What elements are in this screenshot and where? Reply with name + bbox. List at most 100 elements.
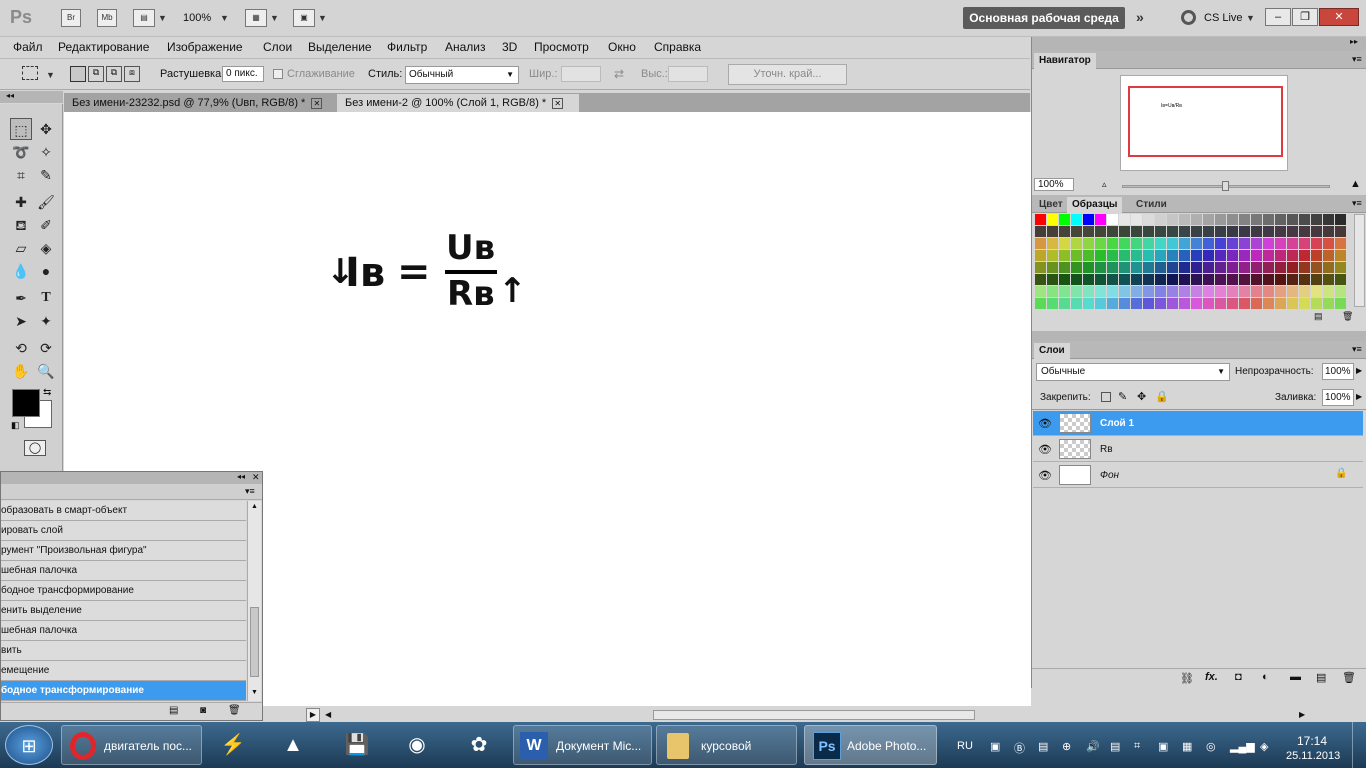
color-swatch[interactable] (1059, 274, 1070, 285)
color-swatch[interactable] (1167, 298, 1178, 309)
color-swatch[interactable] (1083, 214, 1094, 225)
color-swatch[interactable] (1059, 214, 1070, 225)
color-swatch[interactable] (1107, 262, 1118, 273)
new-selection-icon[interactable] (70, 66, 86, 82)
color-swatch[interactable] (1323, 262, 1334, 273)
color-swatch[interactable] (1335, 214, 1346, 225)
lock-brush-icon[interactable]: ✎ (1118, 390, 1127, 403)
color-swatch[interactable] (1107, 238, 1118, 249)
color-swatch[interactable] (1227, 250, 1238, 261)
color-swatch[interactable] (1059, 262, 1070, 273)
color-swatch[interactable] (1083, 298, 1094, 309)
scrollbar-thumb[interactable] (250, 607, 259, 677)
layer-row[interactable]: 👁 Rв (1033, 437, 1363, 462)
color-swatch[interactable] (1155, 250, 1166, 261)
color-swatch[interactable] (1083, 286, 1094, 297)
color-swatch[interactable] (1287, 298, 1298, 309)
taskbar-item-word[interactable]: W Документ Mic... (513, 725, 652, 765)
tray-icon[interactable]: ▣ (1158, 740, 1168, 753)
trash-icon[interactable]: 🗑 (1342, 671, 1356, 684)
blend-mode-select[interactable]: Обычные ▼ (1036, 363, 1230, 381)
color-swatch[interactable] (1299, 274, 1310, 285)
color-swatch[interactable] (1059, 238, 1070, 249)
crop-tool-icon[interactable]: ⌗ (10, 164, 32, 186)
chevron-right-icon[interactable]: ▶ (1356, 366, 1362, 375)
color-swatch[interactable] (1323, 226, 1334, 237)
color-swatch[interactable] (1107, 274, 1118, 285)
workspace-switcher[interactable]: Основная рабочая среда (963, 7, 1125, 29)
layer-row[interactable]: 👁 Фон 🔒 (1033, 463, 1363, 488)
play-icon[interactable]: ▶ (306, 708, 320, 722)
color-swatch[interactable] (1275, 298, 1286, 309)
color-swatch[interactable] (1251, 226, 1262, 237)
trash-icon[interactable]: 🗑 (228, 705, 241, 716)
color-swatch[interactable] (1299, 250, 1310, 261)
color-swatch[interactable] (1047, 298, 1058, 309)
color-swatch[interactable] (1191, 274, 1202, 285)
color-swatch[interactable] (1155, 286, 1166, 297)
history-item[interactable]: румент "Произвольная фигура" (1, 541, 246, 561)
color-swatch[interactable] (1227, 274, 1238, 285)
color-swatch[interactable] (1335, 262, 1346, 273)
opacity-input[interactable]: 100% (1322, 363, 1354, 380)
lasso-tool-icon[interactable]: ➰ (10, 141, 32, 163)
color-swatch[interactable] (1047, 238, 1058, 249)
color-swatch[interactable] (1059, 286, 1070, 297)
color-swatch[interactable] (1143, 250, 1154, 261)
zoom-slider-thumb[interactable] (1222, 181, 1229, 191)
color-swatch[interactable] (1083, 274, 1094, 285)
eye-icon[interactable]: 👁 (1038, 469, 1052, 482)
color-swatch[interactable] (1119, 214, 1130, 225)
taskbar-item-photoshop[interactable]: Ps Adobe Photo... (804, 725, 937, 765)
color-swatch[interactable] (1239, 262, 1250, 273)
swatch-grid[interactable] (1035, 214, 1351, 314)
color-swatch[interactable] (1143, 262, 1154, 273)
color-swatch[interactable] (1203, 226, 1214, 237)
color-swatch[interactable] (1287, 286, 1298, 297)
color-swatch[interactable] (1335, 226, 1346, 237)
volume-icon[interactable]: 🔊 (1086, 740, 1100, 753)
color-swatch[interactable] (1311, 226, 1322, 237)
restore-button[interactable]: ❐ (1292, 8, 1318, 26)
height-input[interactable] (668, 66, 708, 82)
close-icon[interactable]: ✕ (552, 97, 564, 109)
tray-icon[interactable]: ⌗ (1134, 740, 1140, 753)
color-swatch[interactable] (1299, 226, 1310, 237)
color-swatch[interactable] (1203, 286, 1214, 297)
tab-document-2[interactable]: Без имени-2 @ 100% (Слой 1, RGB/8) * ✕ (337, 94, 579, 112)
color-swatch[interactable] (1131, 286, 1142, 297)
pen-tool-icon[interactable]: ✒ (10, 287, 32, 309)
scroll-left-icon[interactable]: ◀ (325, 710, 331, 719)
history-item[interactable]: бодное трансформирование (1, 581, 246, 601)
color-swatch[interactable] (1299, 214, 1310, 225)
taskbar-item-folder[interactable]: курсовой (656, 725, 797, 765)
color-swatch[interactable] (1179, 274, 1190, 285)
color-swatch[interactable] (1191, 286, 1202, 297)
subtract-selection-icon[interactable]: ⧉ (106, 66, 122, 82)
color-swatch[interactable] (1131, 262, 1142, 273)
color-swatch[interactable] (1107, 214, 1118, 225)
swatches-scrollbar[interactable] (1354, 214, 1365, 307)
color-swatch[interactable] (1035, 214, 1046, 225)
menu-file[interactable]: Файл (13, 40, 43, 54)
new-swatch-icon[interactable]: ▤ (1314, 311, 1323, 322)
color-swatch[interactable] (1191, 262, 1202, 273)
color-swatch[interactable] (1311, 262, 1322, 273)
tray-icon[interactable]: ⊕ (1062, 740, 1071, 753)
color-swatch[interactable] (1155, 226, 1166, 237)
brush-tool-icon[interactable]: 🖌 (35, 191, 57, 213)
color-swatch[interactable] (1131, 226, 1142, 237)
color-swatch[interactable] (1167, 286, 1178, 297)
collapse-icon[interactable]: ◂◂ (6, 91, 14, 100)
color-swatch[interactable] (1239, 274, 1250, 285)
color-swatch[interactable] (1071, 262, 1082, 273)
color-swatch[interactable] (1263, 238, 1274, 249)
color-swatch[interactable] (1251, 298, 1262, 309)
color-swatch[interactable] (1047, 214, 1058, 225)
color-swatch[interactable] (1311, 286, 1322, 297)
color-swatch[interactable] (1335, 274, 1346, 285)
color-swatch[interactable] (1167, 226, 1178, 237)
history-item[interactable]: вить (1, 641, 246, 661)
color-swatch[interactable] (1251, 214, 1262, 225)
tray-icon[interactable]: ◎ (1206, 740, 1216, 753)
